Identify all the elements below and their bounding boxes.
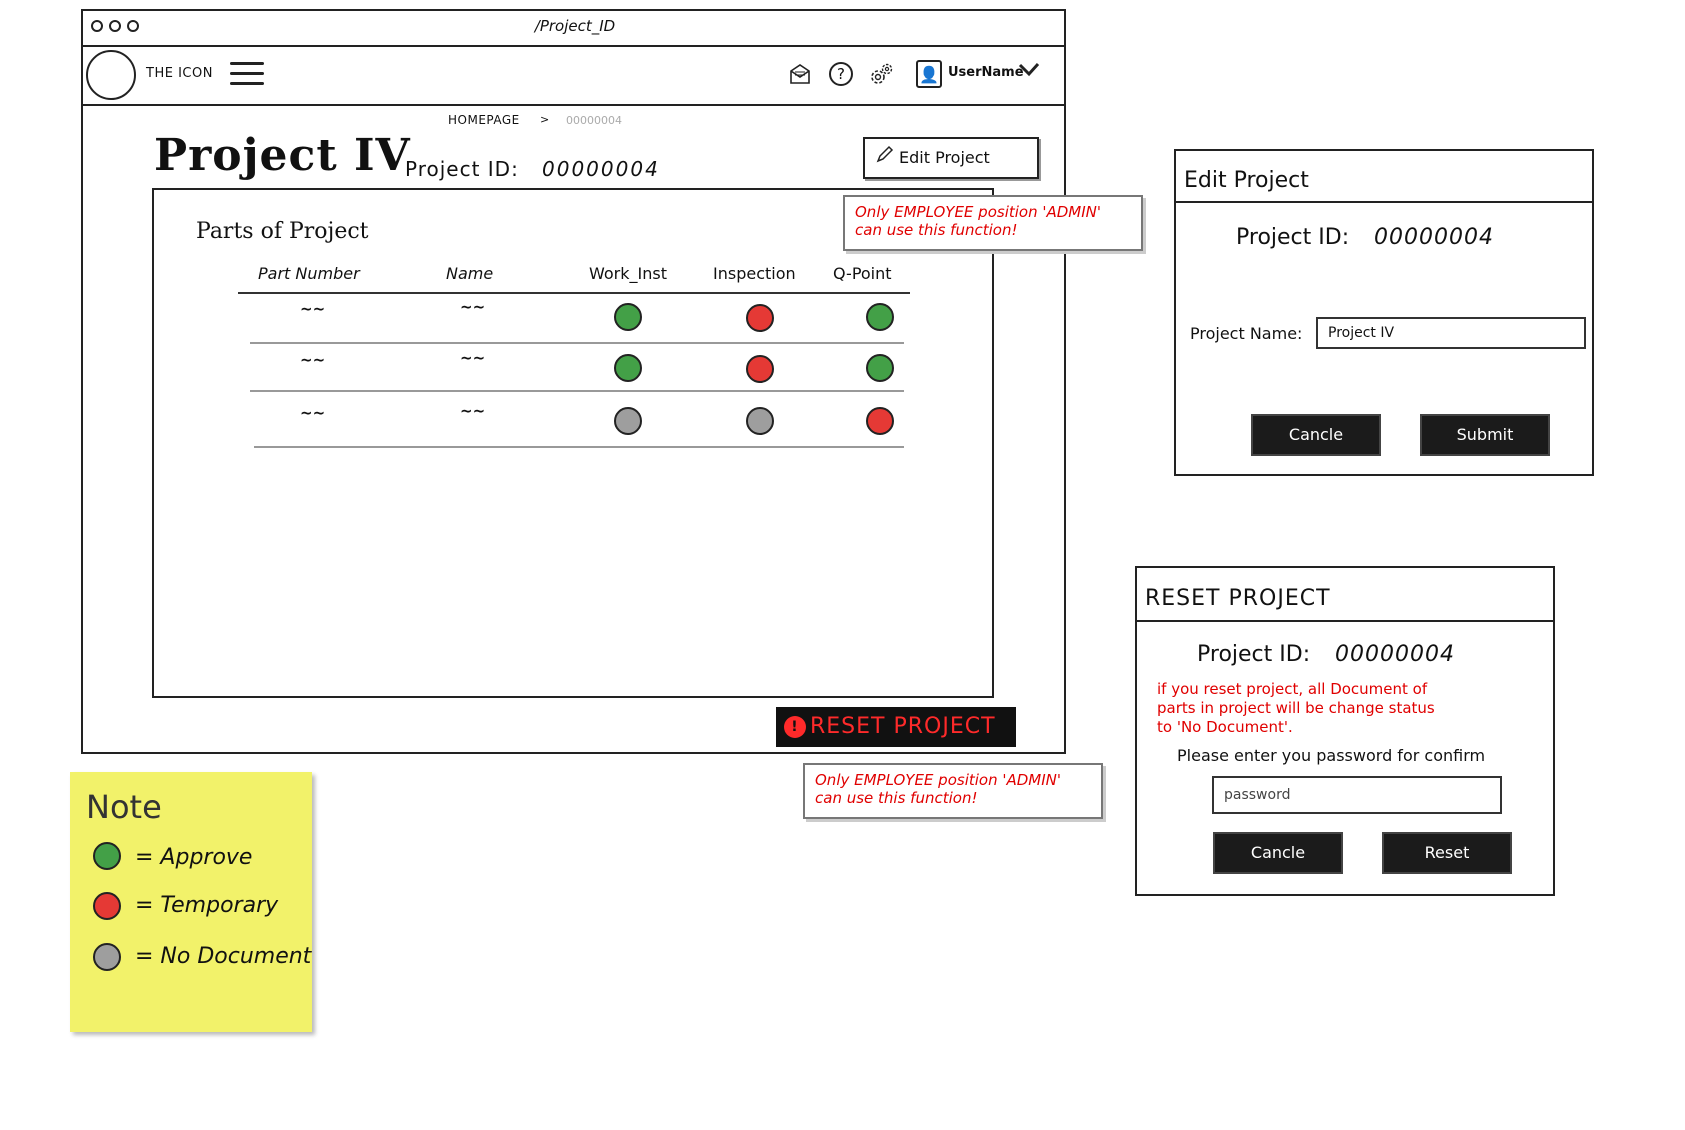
breadcrumb-current: 00000004 xyxy=(566,114,622,127)
legend-dot-no-document xyxy=(93,943,121,971)
cell-part-number: ~~ xyxy=(300,300,326,318)
cell-name: ~~ xyxy=(460,298,486,316)
table-row-divider xyxy=(250,342,904,344)
note-title: Note xyxy=(86,788,162,826)
legend-label-temporary: = Temporary xyxy=(135,893,279,918)
edit-modal-title: Edit Project xyxy=(1184,168,1309,193)
user-avatar-icon[interactable]: 👤 xyxy=(916,60,942,88)
status-dot-q-point[interactable] xyxy=(866,354,894,382)
pencil-icon xyxy=(875,140,895,178)
project-id-value: 00000004 xyxy=(542,157,660,181)
col-header-part-number: Part Number xyxy=(258,264,360,283)
reset-modal-id-label: Project ID: xyxy=(1197,642,1311,667)
reset-modal-title: RESET PROJECT xyxy=(1145,586,1331,611)
help-icon[interactable]: ? xyxy=(829,62,853,86)
edit-modal-id-value: 00000004 xyxy=(1374,225,1494,250)
col-header-inspection: Inspection xyxy=(713,264,796,283)
status-dot-q-point[interactable] xyxy=(866,407,894,435)
status-dot-work-inst[interactable] xyxy=(614,303,642,331)
table-row-divider xyxy=(250,390,904,392)
edit-modal-divider xyxy=(1174,201,1594,203)
logo-icon[interactable] xyxy=(86,50,136,100)
reset-project-label: RESET PROJECT xyxy=(810,714,996,739)
chevron-down-icon[interactable] xyxy=(1018,58,1040,86)
logo-text: THE ICON xyxy=(146,66,213,81)
mail-icon[interactable] xyxy=(788,62,812,86)
url-bar[interactable]: /Project_ID xyxy=(400,17,750,35)
status-dot-q-point[interactable] xyxy=(866,303,894,331)
legend-dot-temporary xyxy=(93,892,121,920)
table-row-divider xyxy=(254,446,904,448)
username-label[interactable]: UserName xyxy=(948,65,1024,80)
project-name-input[interactable]: Project IV xyxy=(1316,317,1586,349)
status-dot-inspection[interactable] xyxy=(746,355,774,383)
cell-part-number: ~~ xyxy=(300,351,326,369)
reset-project-button[interactable]: ! RESET PROJECT xyxy=(776,707,1016,747)
hamburger-menu-icon[interactable] xyxy=(230,62,264,86)
breadcrumb-separator: > xyxy=(540,113,550,126)
edit-project-label: Edit Project xyxy=(899,148,990,167)
edit-project-button[interactable]: Edit Project xyxy=(863,137,1039,179)
cell-name: ~~ xyxy=(460,402,486,420)
window-minimize-dot[interactable] xyxy=(109,20,121,32)
cell-name: ~~ xyxy=(460,349,486,367)
edit-modal-id-label: Project ID: xyxy=(1236,225,1350,250)
project-name-label: Project Name: xyxy=(1190,324,1303,343)
reset-modal-divider xyxy=(1135,620,1555,622)
breadcrumb-home[interactable]: HOMEPAGE xyxy=(448,113,520,127)
window-close-dot[interactable] xyxy=(91,20,103,32)
project-id-label: Project ID: xyxy=(405,157,519,181)
window-maximize-dot[interactable] xyxy=(127,20,139,32)
status-dot-inspection[interactable] xyxy=(746,304,774,332)
legend-dot-approve xyxy=(93,842,121,870)
alert-icon: ! xyxy=(784,716,806,738)
edit-cancel-button[interactable]: Cancle xyxy=(1251,414,1381,456)
admin-only-callout-edit: Only EMPLOYEE position 'ADMIN' can use t… xyxy=(843,195,1143,251)
col-header-name: Name xyxy=(446,264,494,283)
legend-label-no-document: = No Document xyxy=(135,944,312,969)
reset-modal-id-value: 00000004 xyxy=(1335,642,1455,667)
settings-gear-icon[interactable] xyxy=(868,62,893,86)
col-header-q-point: Q-Point xyxy=(833,264,892,283)
password-field[interactable]: password xyxy=(1212,776,1502,814)
parts-title: Parts of Project xyxy=(196,219,369,244)
table-header-divider xyxy=(238,292,910,294)
edit-submit-button[interactable]: Submit xyxy=(1420,414,1550,456)
status-dot-work-inst[interactable] xyxy=(614,354,642,382)
cell-part-number: ~~ xyxy=(300,404,326,422)
admin-only-callout-reset: Only EMPLOYEE position 'ADMIN' can use t… xyxy=(803,763,1103,819)
reset-confirm-button[interactable]: Reset xyxy=(1382,832,1512,874)
reset-cancel-button[interactable]: Cancle xyxy=(1213,832,1343,874)
reset-confirm-text: Please enter you password for confirm xyxy=(1177,746,1486,765)
page-title: Project IV xyxy=(154,130,411,181)
legend-label-approve: = Approve xyxy=(135,845,253,870)
reset-warning-text: if you reset project, all Document of pa… xyxy=(1157,680,1435,736)
col-header-work-inst: Work_Inst xyxy=(589,264,667,283)
status-dot-work-inst[interactable] xyxy=(614,407,642,435)
status-dot-inspection[interactable] xyxy=(746,407,774,435)
